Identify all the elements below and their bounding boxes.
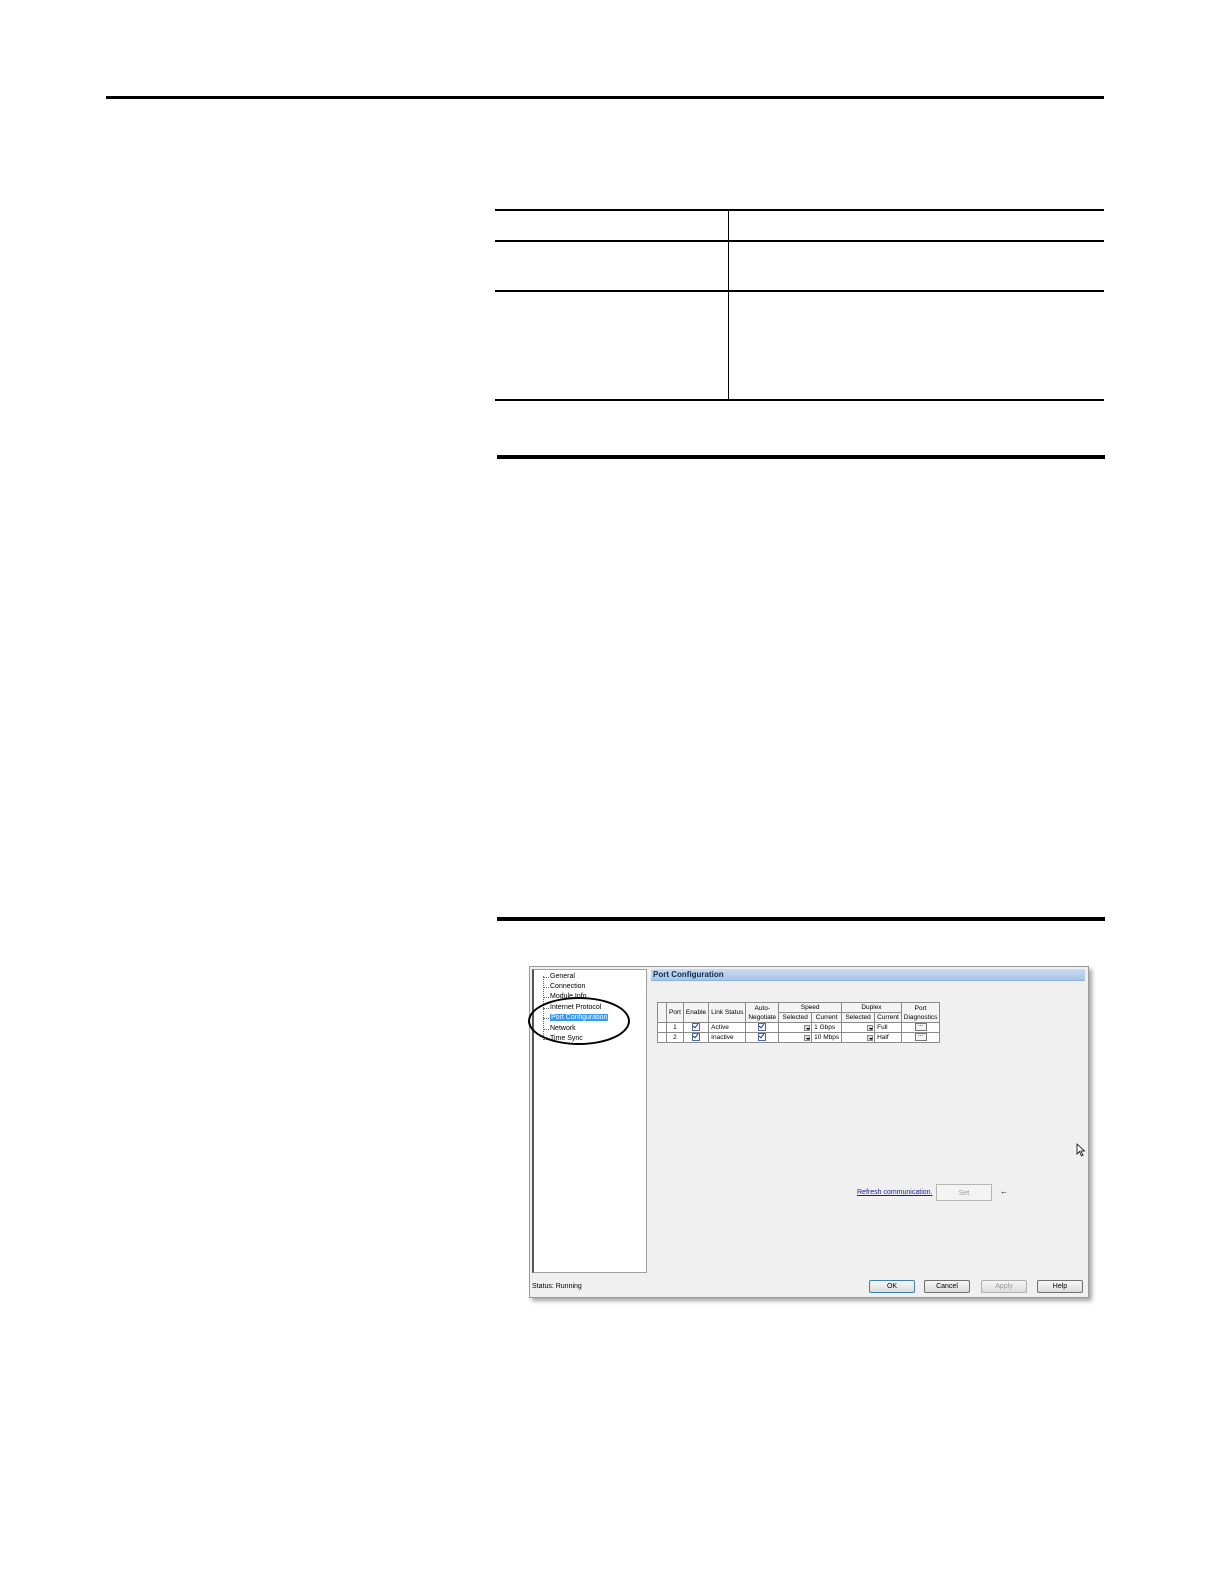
table-top-border bbox=[495, 209, 1104, 211]
header-link-status: Link Status bbox=[708, 1002, 747, 1023]
link-status: Inactive bbox=[708, 1032, 747, 1043]
port-number: 2 bbox=[666, 1032, 684, 1043]
module-properties-dialog: General Connection Module Info Internet … bbox=[528, 966, 1089, 1298]
table-bottom-border bbox=[495, 399, 1104, 401]
duplex-current: Full bbox=[874, 1022, 902, 1033]
section-title: Port Configuration bbox=[651, 969, 1085, 981]
header-duplex-selected: Selected bbox=[841, 1012, 876, 1023]
cancel-button[interactable]: Cancel bbox=[924, 1280, 970, 1293]
table-row: 2 Inactive 10 Mbps Half ... bbox=[657, 1032, 941, 1043]
port-number: 1 bbox=[666, 1022, 684, 1033]
table-row: 1 Active 1 Gbps Full ... bbox=[657, 1022, 941, 1033]
table-column-divider bbox=[728, 209, 729, 400]
table-header-divider bbox=[495, 240, 1104, 242]
chevron-down-icon bbox=[804, 1035, 811, 1041]
header-duplex-current: Current bbox=[874, 1012, 902, 1023]
apply-button[interactable]: Apply bbox=[981, 1280, 1027, 1293]
port-diagnostics-button[interactable]: ... bbox=[914, 1032, 927, 1042]
header-duplex: Duplex bbox=[841, 1002, 902, 1013]
section-rule-2 bbox=[497, 917, 1105, 921]
mouse-pointer-icon bbox=[1076, 1143, 1086, 1157]
speed-current: 1 Gbps bbox=[811, 1022, 843, 1033]
left-arrow-icon: ← bbox=[1000, 1187, 1008, 1196]
header-speed: Speed bbox=[778, 1002, 843, 1013]
header-speed-selected: Selected bbox=[778, 1012, 813, 1023]
header-port-diagnostics: Port Diagnostics bbox=[900, 1002, 941, 1023]
speed-selected-dropdown[interactable] bbox=[778, 1032, 813, 1043]
row-marker bbox=[657, 1022, 667, 1033]
status-label: Status: Running bbox=[532, 1283, 582, 1290]
port-configuration-grid: Port Enable Link Status Auto- Negotiate … bbox=[657, 1002, 941, 1043]
link-status: Active bbox=[708, 1022, 747, 1033]
grid-row-header bbox=[657, 1002, 667, 1023]
table-row-divider bbox=[495, 290, 1104, 292]
duplex-current: Half bbox=[874, 1032, 902, 1043]
header-speed-current: Current bbox=[811, 1012, 843, 1023]
header-enable: Enable bbox=[682, 1002, 710, 1023]
set-button[interactable]: Set bbox=[936, 1184, 992, 1201]
tree-item-general[interactable]: General bbox=[542, 972, 575, 982]
chevron-down-icon bbox=[867, 1025, 874, 1031]
speed-current: 10 Mbps bbox=[811, 1032, 843, 1043]
help-button[interactable]: Help bbox=[1037, 1280, 1083, 1293]
duplex-selected-dropdown[interactable] bbox=[841, 1022, 876, 1033]
auto-negotiate-checkbox[interactable] bbox=[758, 1033, 767, 1042]
tree-item-connection[interactable]: Connection bbox=[542, 982, 585, 992]
duplex-selected-dropdown[interactable] bbox=[841, 1032, 876, 1043]
category-tree: General Connection Module Info Internet … bbox=[528, 969, 647, 1273]
enable-checkbox[interactable] bbox=[692, 1023, 701, 1032]
callout-ellipse bbox=[528, 997, 630, 1045]
header-auto-negotiate: Auto- Negotiate bbox=[745, 1002, 780, 1023]
header-port: Port bbox=[666, 1002, 684, 1023]
refresh-communication-link[interactable]: Refresh communication. bbox=[857, 1189, 932, 1196]
chevron-down-icon bbox=[867, 1035, 874, 1041]
port-diagnostics-button[interactable]: ... bbox=[914, 1022, 927, 1032]
enable-checkbox[interactable] bbox=[692, 1033, 701, 1042]
chevron-down-icon bbox=[804, 1025, 811, 1031]
section-rule-1 bbox=[497, 455, 1105, 459]
ok-button[interactable]: OK bbox=[869, 1280, 915, 1293]
auto-negotiate-checkbox[interactable] bbox=[758, 1023, 767, 1032]
page-top-rule bbox=[106, 96, 1104, 99]
speed-selected-dropdown[interactable] bbox=[778, 1022, 813, 1033]
row-marker bbox=[657, 1032, 667, 1043]
